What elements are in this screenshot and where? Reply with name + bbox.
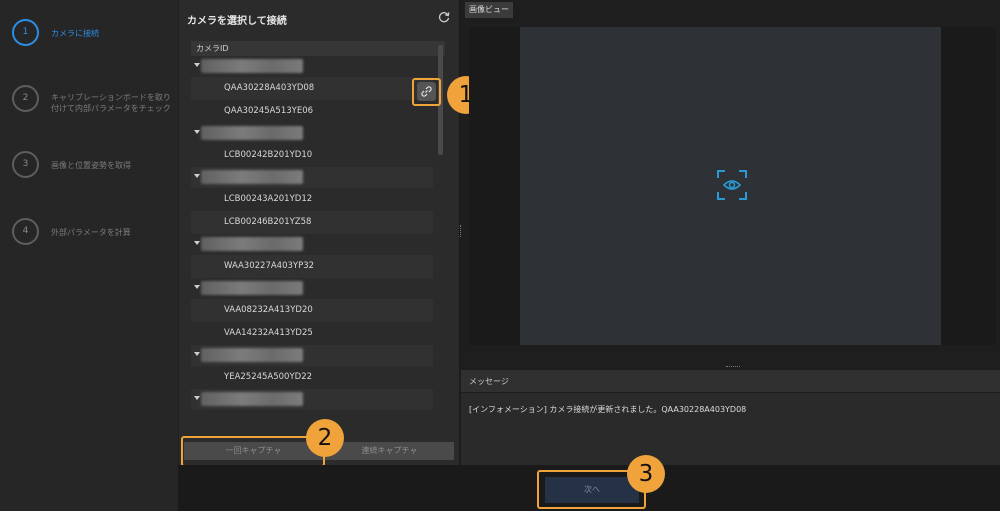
- step-label: 外部パラメータを計算: [51, 228, 131, 237]
- annotation-highlight: [412, 78, 441, 106]
- step-sidebar: 1 カメラに接続 2 キャリブレーションボードを取り付けて内部パラメータをチェッ…: [0, 0, 178, 511]
- expand-arrow-icon[interactable]: [194, 285, 200, 289]
- step-number: 3: [12, 151, 39, 178]
- step-connect-camera[interactable]: 1 カメラに接続: [12, 19, 177, 55]
- redacted-label: [201, 59, 303, 73]
- panel-title: カメラを選択して接続: [187, 16, 287, 27]
- step-calc-extrinsics[interactable]: 4 外部パラメータを計算: [12, 218, 177, 254]
- camera-item[interactable]: LCB00242B201YD10: [191, 144, 433, 167]
- list-header: カメラID: [191, 41, 445, 56]
- expand-arrow-icon[interactable]: [194, 63, 200, 67]
- message-text: [インフォメーション] カメラ接続が更新されました。QAA30228A403YD…: [469, 405, 747, 414]
- eye-scan-icon: [717, 170, 747, 200]
- message-panel: メッセージ [インフォメーション] カメラ接続が更新されました。QAA30228…: [461, 370, 1000, 465]
- step-number: 4: [12, 218, 39, 245]
- camera-group[interactable]: [191, 123, 445, 144]
- annotation-badge: 3: [627, 455, 665, 493]
- camera-group[interactable]: [191, 389, 433, 410]
- camera-item[interactable]: VAA14232A413YD25: [191, 322, 433, 345]
- step-label: キャリブレーションボードを取り付けて内部パラメータをチェック: [51, 93, 171, 113]
- camera-group[interactable]: [191, 345, 433, 366]
- expand-arrow-icon[interactable]: [194, 352, 200, 356]
- annotation-badge: 2: [306, 419, 344, 457]
- redacted-label: [201, 126, 303, 140]
- refresh-icon[interactable]: [437, 10, 451, 24]
- camera-group[interactable]: [191, 278, 445, 299]
- camera-item[interactable]: YEA25245A500YD22: [191, 366, 433, 389]
- splitter-handle[interactable]: [460, 225, 463, 237]
- message-header: メッセージ: [461, 370, 1000, 393]
- annotation-highlight: [181, 436, 325, 467]
- camera-panel: カメラを選択して接続 カメラID QAA30228A403YD08 QAA302…: [179, 0, 460, 465]
- continuous-capture-button[interactable]: 連続キャプチャ: [325, 442, 454, 460]
- camera-group[interactable]: [191, 56, 445, 77]
- message-title: メッセージ: [469, 377, 509, 386]
- tab-image-view[interactable]: 画像ビュー: [465, 2, 513, 18]
- expand-arrow-icon[interactable]: [194, 241, 200, 245]
- camera-item[interactable]: LCB00246B201YZ58: [191, 211, 433, 234]
- expand-arrow-icon[interactable]: [194, 174, 200, 178]
- redacted-label: [201, 170, 303, 184]
- step-label: カメラに接続: [51, 29, 99, 38]
- camera-item[interactable]: QAA30245A513YE06: [191, 100, 433, 123]
- camera-item[interactable]: LCB00243A201YD12: [191, 188, 433, 211]
- expand-arrow-icon[interactable]: [194, 396, 200, 400]
- camera-group[interactable]: [191, 234, 445, 255]
- step-number: 1: [12, 19, 39, 46]
- camera-group[interactable]: [191, 167, 433, 188]
- expand-arrow-icon[interactable]: [194, 130, 200, 134]
- step-label: 画像と位置姿勢を取得: [51, 161, 131, 170]
- redacted-label: [201, 281, 303, 295]
- redacted-label: [201, 392, 303, 406]
- step-number: 2: [12, 85, 39, 112]
- camera-item[interactable]: WAA30227A403YP32: [191, 255, 433, 278]
- step-check-intrinsics[interactable]: 2 キャリブレーションボードを取り付けて内部パラメータをチェック: [12, 85, 177, 121]
- step-capture-images[interactable]: 3 画像と位置姿勢を取得: [12, 151, 177, 187]
- camera-item[interactable]: VAA08232A413YD20: [191, 299, 433, 322]
- redacted-label: [201, 237, 303, 251]
- camera-list: カメラID QAA30228A403YD08 QAA30245A513YE06 …: [191, 41, 445, 433]
- redacted-label: [201, 348, 303, 362]
- camera-item[interactable]: QAA30228A403YD08: [191, 77, 433, 100]
- splitter-handle[interactable]: [726, 366, 740, 369]
